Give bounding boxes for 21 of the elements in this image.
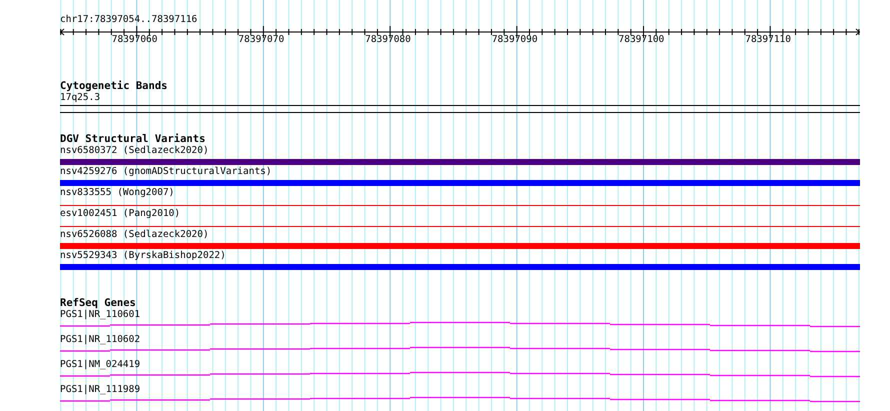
track-title: DGV Structural Variants: [60, 133, 206, 145]
variant-label: nsv6526088 (Sedlazeck2020): [60, 229, 209, 241]
variant-label: nsv5529343 (ByrskaBishop2022): [60, 250, 226, 262]
location-label: chr17:78397054..78397116: [60, 14, 198, 26]
ruler-tick-label: 78397090: [492, 34, 538, 46]
ruler-tick-label: 78397100: [618, 34, 664, 46]
variant-label: nsv833555 (Wong2007): [60, 187, 174, 199]
band-label: 17q25.3: [60, 92, 100, 104]
ruler-tick-label: 78397070: [238, 34, 284, 46]
track-title: RefSeq Genes: [60, 297, 136, 309]
gene-label: PGS1|NR_111989: [60, 384, 140, 396]
gene-label: PGS1|NM_024419: [60, 359, 140, 371]
track-title: Cytogenetic Bands: [60, 80, 168, 92]
ruler-tick-label: 78397080: [365, 34, 411, 46]
ruler-tick-label: 78397060: [112, 34, 158, 46]
gene-label: PGS1|NR_110602: [60, 334, 140, 346]
variant-label: nsv6580372 (Sedlazeck2020): [60, 145, 209, 157]
variant-label: esv1002451 (Pang2010): [60, 208, 180, 220]
variant-label: nsv4259276 (gnomADStructuralVariants): [60, 166, 272, 178]
ruler-tick-label: 78397110: [745, 34, 791, 46]
gene-label: PGS1|NR_110601: [60, 309, 140, 321]
